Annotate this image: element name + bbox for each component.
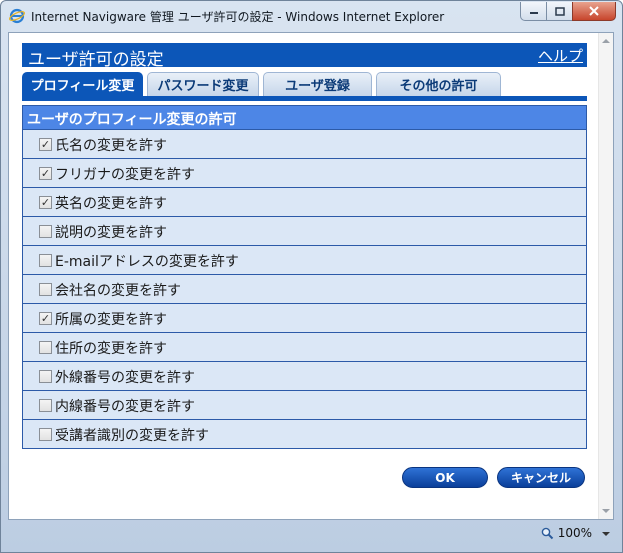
minimize-button[interactable] bbox=[520, 2, 546, 21]
zoom-control[interactable]: 100% bbox=[541, 526, 592, 540]
furigana-checkbox[interactable]: ✓ bbox=[39, 167, 52, 180]
scroll-down-icon[interactable] bbox=[602, 509, 610, 513]
permission-label: 説明の変更を許す bbox=[55, 225, 167, 241]
window-title: Internet Navigware 管理 ユーザ許可の設定 - Windows… bbox=[31, 10, 445, 24]
learner-id-checkbox[interactable] bbox=[39, 428, 52, 441]
close-icon bbox=[589, 6, 599, 16]
vertical-scrollbar[interactable] bbox=[598, 33, 613, 519]
zoom-level: 100% bbox=[557, 526, 592, 540]
permission-label: 外線番号の変更を許す bbox=[55, 370, 195, 386]
magnifier-icon bbox=[541, 527, 553, 539]
tab-other-permissions[interactable]: その他の許可 bbox=[376, 72, 501, 96]
tab-password-change[interactable]: パスワード変更 bbox=[147, 72, 259, 96]
permission-label: 氏名の変更を許す bbox=[55, 138, 167, 154]
cancel-button[interactable]: キャンセル bbox=[497, 467, 585, 488]
permission-row-name: ✓ 氏名の変更を許す bbox=[23, 130, 586, 159]
scroll-up-icon[interactable] bbox=[602, 39, 610, 43]
maximize-button[interactable] bbox=[546, 2, 572, 21]
email-checkbox[interactable] bbox=[39, 254, 52, 267]
permission-label: フリガナの変更を許す bbox=[55, 167, 195, 183]
company-checkbox[interactable] bbox=[39, 283, 52, 296]
address-checkbox[interactable] bbox=[39, 341, 52, 354]
extension-checkbox[interactable] bbox=[39, 399, 52, 412]
permission-row-learner-id: 受講者識別の変更を許す bbox=[23, 420, 586, 449]
page-content: ユーザ許可の設定 ヘルプ プロフィール変更 パスワード変更 ユーザ登録 その他の… bbox=[8, 32, 614, 520]
permission-row-description: 説明の変更を許す bbox=[23, 217, 586, 246]
description-checkbox[interactable] bbox=[39, 225, 52, 238]
tab-user-registration[interactable]: ユーザ登録 bbox=[263, 72, 372, 96]
permission-row-email: E-mailアドレスの変更を許す bbox=[23, 246, 586, 275]
permission-label: 所属の変更を許す bbox=[55, 312, 167, 328]
permission-label: 住所の変更を許す bbox=[55, 341, 167, 357]
permission-row-extension: 内線番号の変更を許す bbox=[23, 391, 586, 420]
ok-button[interactable]: OK bbox=[402, 467, 488, 488]
permission-row-furigana: ✓ フリガナの変更を許す bbox=[23, 159, 586, 188]
tab-profile-change[interactable]: プロフィール変更 bbox=[22, 72, 143, 96]
permission-label: 受講者識別の変更を許す bbox=[55, 428, 209, 444]
permission-row-address: 住所の変更を許す bbox=[23, 333, 586, 362]
permission-label: 会社名の変更を許す bbox=[55, 283, 181, 299]
zoom-dropdown-icon[interactable] bbox=[602, 532, 610, 536]
tab-underline bbox=[22, 96, 587, 101]
section-title: ユーザのプロフィール変更の許可 bbox=[27, 112, 237, 128]
permission-row-english-name: ✓ 英名の変更を許す bbox=[23, 188, 586, 217]
help-link[interactable]: ヘルプ bbox=[538, 45, 583, 66]
window-controls bbox=[520, 2, 616, 22]
page-header: ユーザ許可の設定 ヘルプ bbox=[22, 43, 587, 70]
close-button[interactable] bbox=[572, 2, 616, 21]
ie-logo-icon bbox=[9, 8, 25, 24]
permission-label: 内線番号の変更を許す bbox=[55, 399, 195, 415]
permission-label: 英名の変更を許す bbox=[55, 196, 167, 212]
permission-row-external-phone: 外線番号の変更を許す bbox=[23, 362, 586, 391]
title-bar: Internet Navigware 管理 ユーザ許可の設定 - Windows… bbox=[1, 1, 622, 31]
page-title: ユーザ許可の設定 bbox=[28, 50, 164, 70]
permission-label: E-mailアドレスの変更を許す bbox=[55, 254, 239, 270]
department-checkbox[interactable]: ✓ bbox=[39, 312, 52, 325]
permission-row-company: 会社名の変更を許す bbox=[23, 275, 586, 304]
english-name-checkbox[interactable]: ✓ bbox=[39, 196, 52, 209]
maximize-icon bbox=[554, 6, 565, 16]
browser-window: Internet Navigware 管理 ユーザ許可の設定 - Windows… bbox=[0, 0, 623, 553]
permission-list: ✓ 氏名の変更を許す ✓ フリガナの変更を許す ✓ 英名の変更を許す 説明の変更… bbox=[22, 130, 587, 449]
status-bar: 100% bbox=[8, 521, 614, 547]
minimize-icon bbox=[529, 12, 538, 14]
name-checkbox[interactable]: ✓ bbox=[39, 138, 52, 151]
section-header: ユーザのプロフィール変更の許可 bbox=[22, 105, 587, 130]
permission-row-department: ✓ 所属の変更を許す bbox=[23, 304, 586, 333]
external-phone-checkbox[interactable] bbox=[39, 370, 52, 383]
